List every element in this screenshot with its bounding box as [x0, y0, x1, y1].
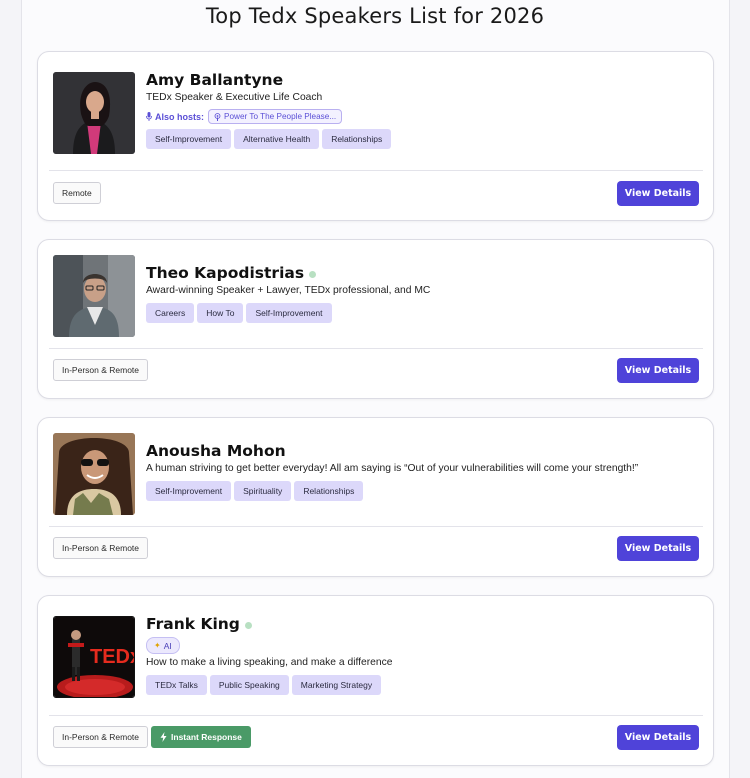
microphone-icon	[146, 112, 152, 121]
topic-tag[interactable]: Careers	[146, 303, 195, 323]
speaker-photo[interactable]: TEDx	[53, 616, 135, 698]
topic-tag[interactable]: Alternative Health	[234, 129, 320, 149]
page-title: Top Tedx Speakers List for 2026	[205, 4, 545, 28]
speaker-name[interactable]: Amy Ballantyne	[146, 70, 283, 90]
ai-badge-label: AI	[163, 640, 172, 651]
bolt-icon	[160, 732, 167, 742]
card-divider	[49, 170, 703, 171]
ai-badge: ✦ AI	[146, 637, 180, 654]
view-details-button[interactable]: View Details	[617, 535, 699, 561]
podcast-icon	[214, 112, 221, 121]
topic-tag[interactable]: Relationships	[294, 481, 364, 501]
speaker-name[interactable]: Anousha Mohon	[146, 441, 286, 461]
podcast-link[interactable]: Power To The People Please...	[208, 109, 343, 124]
delivery-mode-chip: Remote	[53, 182, 101, 204]
delivery-mode-chip: In-Person & Remote	[53, 537, 149, 559]
speaker-card-theo: Theo Kapodistrias Award-winning Speaker …	[37, 239, 714, 399]
speaker-name[interactable]: Frank King	[146, 614, 240, 634]
instant-response-label: Instant Response	[171, 732, 242, 742]
topic-tag[interactable]: Self-Improvement	[246, 303, 332, 323]
speaker-photo[interactable]	[53, 255, 135, 337]
speaker-tagline: A human striving to get better everyday!…	[146, 463, 639, 474]
online-status-dot	[244, 621, 252, 629]
speaker-photo[interactable]	[53, 72, 135, 154]
topic-tag[interactable]: Self-Improvement	[146, 129, 232, 149]
topic-tag[interactable]: TEDx Talks	[146, 675, 207, 695]
speaker-tagline: TEDx Speaker & Executive Life Coach	[146, 92, 323, 103]
card-divider	[49, 715, 703, 716]
view-details-button[interactable]: View Details	[617, 180, 699, 206]
view-details-button[interactable]: View Details	[617, 357, 699, 383]
speaker-photo[interactable]	[53, 433, 135, 515]
speaker-card-amy: Amy Ballantyne TEDx Speaker & Executive …	[37, 51, 714, 221]
card-divider	[49, 348, 703, 349]
speaker-name[interactable]: Theo Kapodistrias	[146, 263, 304, 283]
topic-tag[interactable]: Self-Improvement	[146, 481, 232, 501]
also-hosts-label: Also hosts:	[146, 112, 204, 122]
delivery-mode-chip: In-Person & Remote	[53, 359, 149, 381]
topic-tag[interactable]: How To	[197, 303, 244, 323]
speaker-tagline: How to make a living speaking, and make …	[146, 657, 393, 668]
speaker-tagline: Award-winning Speaker + Lawyer, TEDx pro…	[146, 285, 431, 296]
tedx-logo-text: TEDx	[90, 646, 135, 668]
topic-tag[interactable]: Marketing Strategy	[291, 675, 382, 695]
speaker-card-anousha: Anousha Mohon A human striving to get be…	[37, 417, 714, 577]
card-divider	[49, 526, 703, 527]
sparkle-icon: ✦	[154, 641, 161, 650]
topic-tag[interactable]: Public Speaking	[209, 675, 289, 695]
delivery-mode-chip: In-Person & Remote	[53, 726, 149, 748]
topic-tag[interactable]: Relationships	[322, 129, 392, 149]
also-hosts-text: Also hosts:	[155, 111, 205, 122]
speaker-card-frank: TEDx Frank King ✦ AI How to make a livin…	[37, 595, 714, 766]
online-status-dot	[309, 270, 317, 278]
podcast-title: Power To The People Please...	[224, 112, 337, 121]
topic-tag[interactable]: Spirituality	[234, 481, 292, 501]
instant-response-badge: Instant Response	[151, 726, 251, 748]
view-details-button[interactable]: View Details	[617, 724, 699, 750]
